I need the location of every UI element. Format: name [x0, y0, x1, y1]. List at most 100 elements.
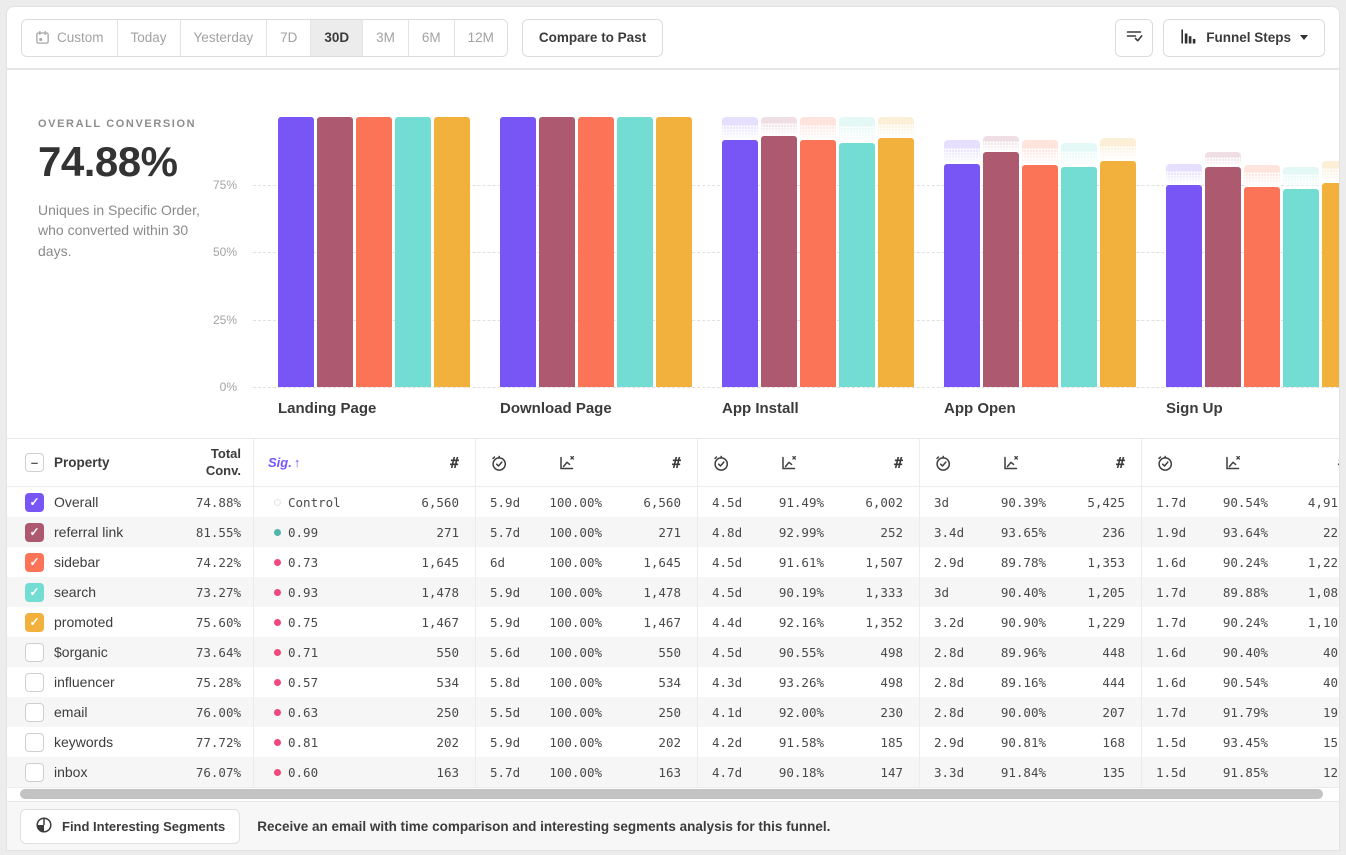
step-cell: 4.4d92.16%1,352: [697, 607, 919, 637]
step-rate: 91.79%: [1198, 705, 1268, 720]
funnel-steps-dropdown[interactable]: Funnel Steps: [1163, 19, 1325, 57]
date-range-today[interactable]: Today: [118, 20, 181, 56]
gridline-0%: [253, 387, 1339, 388]
step-time: 5.8d: [476, 675, 532, 690]
funnel-bar-referral-link-sign-up[interactable]: [1205, 167, 1241, 387]
step-count: 185: [824, 735, 919, 750]
property-checkbox[interactable]: ✓: [25, 613, 44, 632]
funnel-bar-promoted-app-open[interactable]: [1100, 161, 1136, 387]
property-checkbox[interactable]: [25, 703, 44, 722]
step-time: 6d: [476, 555, 532, 570]
step-rate: 90.19%: [754, 585, 824, 600]
find-interesting-segments-button[interactable]: Find Interesting Segments: [20, 809, 240, 844]
funnel-bar-search-app-open[interactable]: [1061, 167, 1097, 387]
funnel-bar-dropoff-cap: [1100, 138, 1136, 161]
step-rate: 91.58%: [754, 735, 824, 750]
step-count: 6,560: [367, 495, 476, 510]
property-label: referral link: [54, 524, 123, 540]
date-range-7d[interactable]: 7D: [267, 20, 311, 56]
property-cell: ✓search73.27%: [7, 577, 253, 607]
significance-header[interactable]: Sig.↑: [254, 455, 364, 470]
step-count: 550: [602, 645, 697, 660]
step-header-app-open: #: [919, 439, 1141, 486]
funnel-bar-promoted-app-install[interactable]: [878, 138, 914, 387]
funnel-bar-sidebar-download-page[interactable]: [578, 117, 614, 387]
funnel-bar-overall-app-open[interactable]: [944, 164, 980, 387]
table-row-referral-link: ✓referral link81.55%0.992715.7d100.00%27…: [7, 517, 1340, 547]
date-range-3m[interactable]: 3M: [363, 20, 409, 56]
funnel-bar-referral-link-landing-page[interactable]: [317, 117, 353, 387]
conversion-rate-icon: [1198, 454, 1268, 472]
date-range-label: 3M: [376, 30, 395, 45]
date-range-custom[interactable]: Custom: [22, 20, 118, 56]
significance-dot: [274, 679, 281, 686]
date-range-label: 30D: [324, 30, 349, 45]
step-cell: 0.60163: [253, 757, 475, 787]
step-rate: 90.81%: [976, 735, 1046, 750]
indeterminate-checkbox[interactable]: –: [25, 453, 44, 472]
property-checkbox[interactable]: ✓: [25, 493, 44, 512]
funnel-bar-sidebar-sign-up[interactable]: [1244, 187, 1280, 387]
step-count: 6,560: [602, 495, 697, 510]
step-count: 4,91: [1268, 495, 1340, 510]
funnel-bar-overall-app-install[interactable]: [722, 140, 758, 387]
funnel-bar-overall-landing-page[interactable]: [278, 117, 314, 387]
summary-title: OVERALL CONVERSION: [38, 118, 223, 130]
property-checkbox[interactable]: ✓: [25, 523, 44, 542]
funnel-bar-promoted-download-page[interactable]: [656, 117, 692, 387]
date-range-12m[interactable]: 12M: [455, 20, 507, 56]
property-label: search: [54, 584, 96, 600]
step-rate: 91.84%: [976, 765, 1046, 780]
funnel-bar-dropoff-cap: [944, 140, 980, 164]
step-count: 230: [824, 705, 919, 720]
funnel-bar-overall-download-page[interactable]: [500, 117, 536, 387]
funnel-bar-referral-link-download-page[interactable]: [539, 117, 575, 387]
property-checkbox[interactable]: ✓: [25, 553, 44, 572]
funnel-bar-search-download-page[interactable]: [617, 117, 653, 387]
funnel-report-page: CustomTodayYesterday7D 30D 3M 6M12M Compare…: [0, 0, 1346, 855]
property-checkbox[interactable]: [25, 643, 44, 662]
funnel-bar-promoted-landing-page[interactable]: [434, 117, 470, 387]
property-checkbox[interactable]: [25, 763, 44, 782]
funnel-bar-referral-link-app-install[interactable]: [761, 136, 797, 387]
step-count: 1,229: [1046, 615, 1141, 630]
bar-chart-icon: [1180, 28, 1197, 48]
funnel-bar-sidebar-landing-page[interactable]: [356, 117, 392, 387]
property-checkbox[interactable]: ✓: [25, 583, 44, 602]
total-conv-value: 74.22%: [100, 555, 253, 570]
funnel-bar-search-sign-up[interactable]: [1283, 189, 1319, 387]
funnel-step-label: App Open: [944, 400, 1016, 417]
property-checkbox[interactable]: [25, 673, 44, 692]
step-cell: 6d100.00%1,645: [475, 547, 697, 577]
step-cell: 2.8d90.00%207: [919, 697, 1141, 727]
funnel-bar-search-app-install[interactable]: [839, 143, 875, 387]
step-cell: 0.751,467: [253, 607, 475, 637]
funnel-bar-overall-sign-up[interactable]: [1166, 185, 1202, 387]
step-count: 1,467: [602, 615, 697, 630]
chart-options-button[interactable]: [1115, 19, 1153, 57]
step-cell: 1.7d90.24%1,10: [1141, 607, 1340, 637]
funnel-bar-promoted-sign-up[interactable]: [1322, 183, 1340, 387]
horizontal-scrollbar-thumb[interactable]: [20, 789, 1323, 799]
table-row-overall: ✓Overall74.88%Control6,5605.9d100.00%6,5…: [7, 487, 1340, 517]
compare-to-past-button[interactable]: Compare to Past: [522, 19, 663, 57]
significance-value: 0.60: [254, 765, 367, 780]
date-range-selector: CustomTodayYesterday7D 30D 3M 6M12M: [21, 19, 508, 57]
date-range-6m[interactable]: 6M: [409, 20, 455, 56]
date-range-30d[interactable]: 30D: [311, 20, 363, 56]
funnel-bar-sidebar-app-install[interactable]: [800, 140, 836, 387]
step-time: 1.7d: [1142, 585, 1198, 600]
step-rate: 92.99%: [754, 525, 824, 540]
step-count: 250: [602, 705, 697, 720]
step-cell: 5.7d100.00%163: [475, 757, 697, 787]
count-icon: #: [824, 454, 919, 472]
property-checkbox[interactable]: [25, 733, 44, 752]
step-count: 12: [1268, 765, 1340, 780]
property-header-label: Property: [54, 455, 110, 470]
step-cell: 0.731,645: [253, 547, 475, 577]
funnel-bar-search-landing-page[interactable]: [395, 117, 431, 387]
funnel-bar-referral-link-app-open[interactable]: [983, 152, 1019, 387]
date-range-yesterday[interactable]: Yesterday: [181, 20, 268, 56]
step-cell: 4.1d92.00%230: [697, 697, 919, 727]
funnel-bar-sidebar-app-open[interactable]: [1022, 165, 1058, 387]
